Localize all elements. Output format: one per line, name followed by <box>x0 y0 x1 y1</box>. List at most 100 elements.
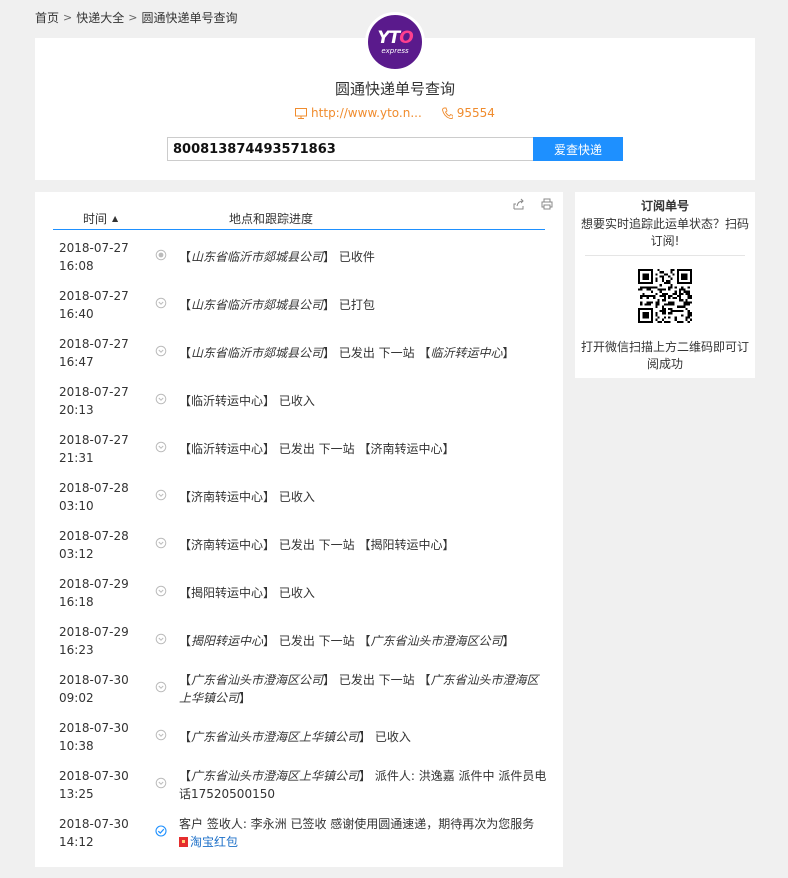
row-time: 2018-07-28 03:10 <box>59 479 139 515</box>
status-text: 【 <box>179 346 192 360</box>
row-time: 2018-07-28 03:12 <box>59 527 139 563</box>
search-row: 爱查快递 <box>167 137 623 161</box>
location-name: 广东省汕头市澄海区公司 <box>191 673 324 687</box>
table-row: 2018-07-28 03:10 【济南转运中心】 已收入 <box>59 479 549 527</box>
chevron-circle-icon <box>155 393 167 405</box>
phone-info: 95554 <box>441 106 495 120</box>
status-text: 】 已发出 下一站 【 <box>323 346 431 360</box>
chevron-circle-icon <box>155 489 167 501</box>
status-text: 【 <box>179 250 192 264</box>
row-date: 2018-07-30 <box>59 817 129 831</box>
row-description: 【临沂转运中心】 已收入 <box>179 392 549 410</box>
status-text: 】 已收入 <box>359 730 411 744</box>
table-row: 2018-07-30 14:12 客户 签收人: 李永洲 已签收 感谢使用圆通速递，… <box>59 815 549 863</box>
row-time: 2018-07-29 16:23 <box>59 623 139 659</box>
table-row: 2018-07-27 16:47 【山东省临沂市郯城县公司】 已发出 下一站 【临沂… <box>59 335 549 383</box>
monitor-icon <box>295 107 308 119</box>
row-clock: 16:18 <box>59 595 94 609</box>
row-time: 2018-07-30 14:12 <box>59 815 139 851</box>
row-date: 2018-07-30 <box>59 673 129 687</box>
location-name: 揭阳转运中心 <box>191 634 264 648</box>
qr-code-icon <box>638 269 692 323</box>
row-description: 【广东省汕头市澄海区上华镇公司】 已收入 <box>179 728 549 746</box>
row-description: 【临沂转运中心】 已发出 下一站 【济南转运中心】 <box>179 440 549 458</box>
row-clock: 10:38 <box>59 739 94 753</box>
logo-main-text: YTO <box>377 28 413 48</box>
row-date: 2018-07-27 <box>59 289 129 303</box>
check-circle-icon <box>155 825 167 837</box>
row-time: 2018-07-27 16:08 <box>59 239 139 275</box>
status-text: 】 已发出 下一站 【 <box>323 673 431 687</box>
status-text: 【济南转运中心】 已收入 <box>179 490 315 504</box>
breadcrumb-home-link[interactable]: 首页 <box>35 9 59 26</box>
status-text: 】 已发出 下一站 【 <box>263 634 371 648</box>
chevron-circle-icon <box>155 729 167 741</box>
row-date: 2018-07-27 <box>59 433 129 447</box>
row-date: 2018-07-27 <box>59 385 129 399</box>
breadcrumb-category-link[interactable]: 快递大全 <box>76 9 124 26</box>
chevron-circle-icon <box>155 777 167 789</box>
table-row: 2018-07-30 09:02 【广东省汕头市澄海区公司】 已发出 下一站 【广东… <box>59 671 549 719</box>
status-text: 客户 签收人: 李永洲 已签收 感谢使用圆通速递，期待再次为您服务 <box>179 817 535 831</box>
location-name: 山东省临沂市郯城县公司 <box>191 346 324 360</box>
table-row: 2018-07-29 16:23 【揭阳转运中心】 已发出 下一站 【广东省汕头市澄… <box>59 623 549 671</box>
time-column-header[interactable]: 时间 ▲ <box>53 210 163 227</box>
logo-sub-text: express <box>381 47 409 55</box>
table-row: 2018-07-30 10:38 【广东省汕头市澄海区上华镇公司】 已收入 <box>59 719 549 767</box>
courier-header-card: YTO express 圆通快递单号查询 http://www.yto.n...… <box>35 12 755 180</box>
table-row: 2018-07-30 13:25 【广东省汕头市澄海区上华镇公司】 派件人: 洪逸嘉… <box>59 767 549 815</box>
status-text: 】 <box>502 634 515 648</box>
status-text: 【临沂转运中心】 已发出 下一站 【济南转运中心】 <box>179 442 455 456</box>
status-text: 【 <box>179 730 192 744</box>
row-description: 【山东省临沂市郯城县公司】 已收件 <box>179 248 549 266</box>
table-row: 2018-07-27 16:08 【山东省临沂市郯城县公司】 已收件 <box>59 239 549 287</box>
website-link[interactable]: http://www.yto.n... <box>295 106 422 120</box>
table-row: 2018-07-27 21:31 【临沂转运中心】 已发出 下一站 【济南转运中心】 <box>59 431 549 479</box>
contact-row: http://www.yto.n... 95554 <box>35 106 755 120</box>
chevron-circle-icon <box>155 441 167 453</box>
row-time: 2018-07-27 16:40 <box>59 287 139 323</box>
row-date: 2018-07-29 <box>59 625 129 639</box>
row-description: 【山东省临沂市郯城县公司】 已发出 下一站 【临沂转运中心】 <box>179 344 549 362</box>
chevron-circle-icon <box>155 585 167 597</box>
row-description: 【揭阳转运中心】 已收入 <box>179 584 549 602</box>
row-description: 【揭阳转运中心】 已发出 下一站 【广东省汕头市澄海区公司】 <box>179 632 549 650</box>
row-clock: 14:12 <box>59 835 94 849</box>
row-clock: 16:08 <box>59 259 94 273</box>
subscribe-foot: 打开微信扫描上方二维码即可订阅成功 <box>580 340 749 371</box>
status-text: 【 <box>179 769 192 783</box>
row-time: 2018-07-27 16:47 <box>59 335 139 371</box>
row-time: 2018-07-30 10:38 <box>59 719 139 755</box>
table-row: 2018-07-27 16:40 【山东省临沂市郯城县公司】 已打包 <box>59 287 549 335</box>
status-text: 】 <box>239 691 252 705</box>
status-text: 】 <box>502 346 515 360</box>
row-description: 【济南转运中心】 已收入 <box>179 488 549 506</box>
location-name: 广东省汕头市澄海区上华镇公司 <box>191 769 360 783</box>
location-name: 临沂转运中心 <box>430 346 503 360</box>
status-text: 【揭阳转运中心】 已收入 <box>179 586 315 600</box>
row-date: 2018-07-28 <box>59 481 129 495</box>
row-time: 2018-07-30 09:02 <box>59 671 139 707</box>
location-name: 山东省临沂市郯城县公司 <box>191 298 324 312</box>
divider <box>585 255 745 256</box>
status-text: 【 <box>179 634 192 648</box>
chevron-circle-icon <box>155 537 167 549</box>
tracking-list: 2018-07-27 16:08 【山东省临沂市郯城县公司】 已收件 2018-07-… <box>59 239 549 863</box>
location-name: 广东省汕头市澄海区公司 <box>370 634 503 648</box>
tracking-number-input[interactable] <box>167 137 533 161</box>
status-text: 】 已打包 <box>323 298 375 312</box>
status-text: 【济南转运中心】 已发出 下一站 【揭阳转运中心】 <box>179 538 455 552</box>
row-clock: 03:12 <box>59 547 94 561</box>
status-text: 【临沂转运中心】 已收入 <box>179 394 315 408</box>
breadcrumb-current: 圆通快递单号查询 <box>141 11 238 25</box>
row-date: 2018-07-28 <box>59 529 129 543</box>
row-clock: 13:25 <box>59 787 94 801</box>
taobao-hongbao-link[interactable]: 淘宝红包 <box>179 833 238 851</box>
query-button[interactable]: 爱查快递 <box>533 137 623 161</box>
row-time: 2018-07-27 21:31 <box>59 431 139 467</box>
tracking-table-header: 时间 ▲ 地点和跟踪进度 <box>53 208 545 230</box>
website-text: http://www.yto.n... <box>311 106 422 120</box>
subscribe-card: 订阅单号 想要实时追踪此运单状态？扫码订阅! 打开微信扫描上方二维码即可订阅成功 <box>575 192 755 378</box>
location-name: 广东省汕头市澄海区上华镇公司 <box>191 730 360 744</box>
row-description: 【济南转运中心】 已发出 下一站 【揭阳转运中心】 <box>179 536 549 554</box>
